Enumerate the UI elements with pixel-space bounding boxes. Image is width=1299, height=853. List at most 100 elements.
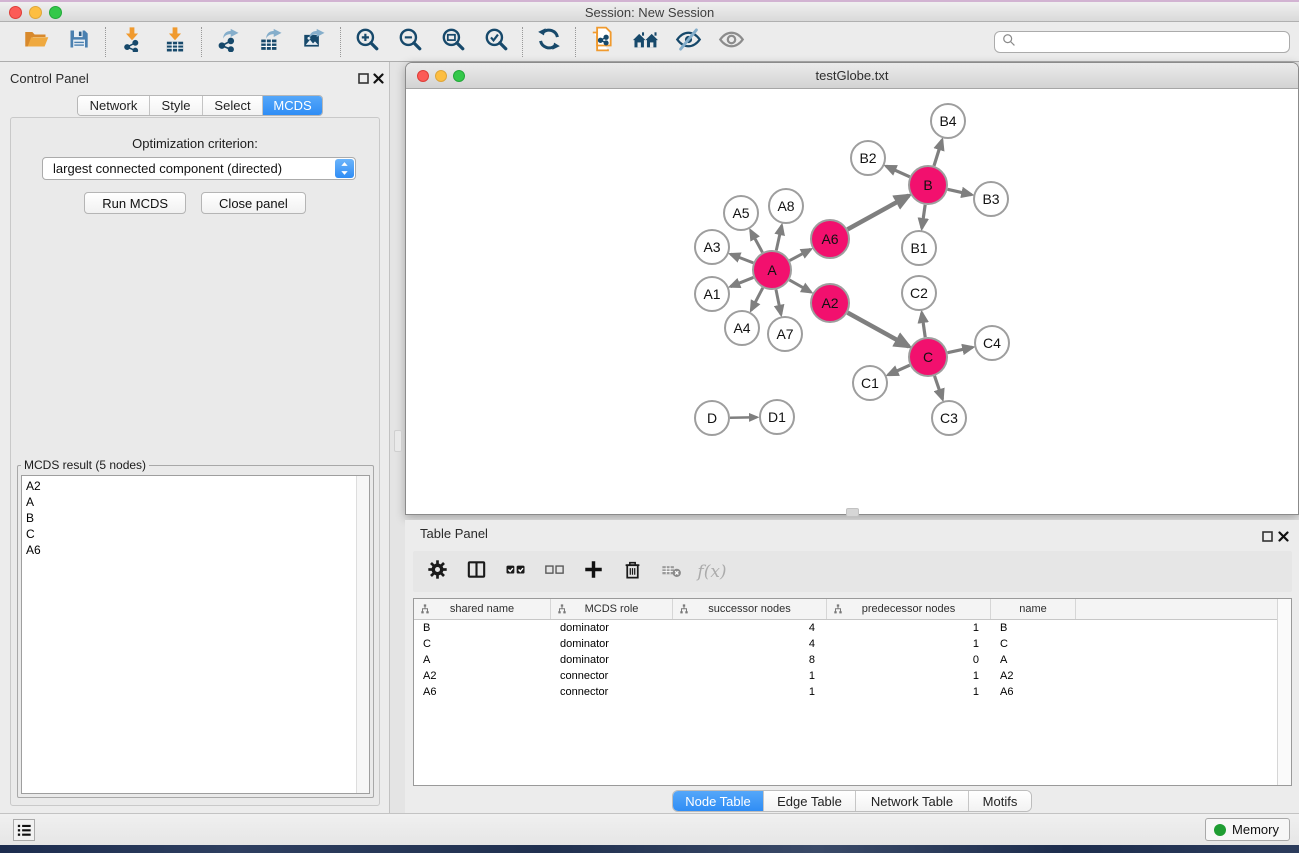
node-A5[interactable]: A5 [724,196,758,230]
cell-predecessor-nodes[interactable]: 1 [827,636,991,652]
cell-mcds-role[interactable]: dominator [551,652,673,668]
cell-shared-name[interactable]: B [414,620,551,636]
node-A7[interactable]: A7 [768,317,802,351]
import-table-button[interactable] [160,27,190,57]
search-input[interactable] [1020,33,1289,51]
control-panel-close-button[interactable] [372,72,384,84]
cell-name[interactable]: A [991,652,1076,668]
tab-network[interactable]: Network [78,96,150,115]
cell-predecessor-nodes[interactable]: 1 [827,668,991,684]
tab-style[interactable]: Style [150,96,203,115]
cell-successor-nodes[interactable]: 8 [673,652,827,668]
node-C1[interactable]: C1 [853,366,887,400]
add-row-button[interactable] [581,560,605,584]
first-neighbors-button[interactable] [630,27,660,57]
cell-shared-name[interactable]: A6 [414,684,551,700]
cell-name[interactable]: A2 [991,668,1076,684]
cell-predecessor-nodes[interactable]: 0 [827,652,991,668]
panel-divider-grip[interactable] [394,430,402,452]
edge-C-C1[interactable] [888,365,909,375]
mcds-result-item[interactable]: A [26,494,353,510]
tab-motifs[interactable]: Motifs [969,791,1031,811]
tab-node-table[interactable]: Node Table [673,791,764,811]
edge-A-A2[interactable] [789,280,810,292]
search-box[interactable] [994,31,1290,53]
node-B2[interactable]: B2 [851,141,885,175]
cell-predecessor-nodes[interactable]: 1 [827,620,991,636]
column-header-predecessor-nodes[interactable]: predecessor nodes [827,599,991,619]
mcds-result-list[interactable]: A2ABCA6 [21,475,370,794]
import-network-button[interactable] [117,27,147,57]
node-A2[interactable]: A2 [811,284,849,322]
edge-B-B3[interactable] [948,189,972,194]
cell-successor-nodes[interactable]: 4 [673,636,827,652]
edge-C-C3[interactable] [935,376,943,399]
edge-A-A4[interactable] [751,288,763,310]
cell-shared-name[interactable]: A2 [414,668,551,684]
node-D1[interactable]: D1 [760,400,794,434]
memory-button[interactable]: Memory [1205,818,1290,841]
edge-B-B1[interactable] [922,205,925,228]
node-B1[interactable]: B1 [902,231,936,265]
edge-A-A8[interactable] [776,226,781,251]
tab-edge-table[interactable]: Edge Table [764,791,856,811]
cell-mcds-role[interactable]: connector [551,684,673,700]
new-network-from-selection-button[interactable] [587,27,617,57]
node-B3[interactable]: B3 [974,182,1008,216]
cell-successor-nodes[interactable]: 1 [673,668,827,684]
mcds-result-item[interactable]: C [26,526,353,542]
control-panel-float-button[interactable] [357,72,369,84]
select-all-button[interactable] [503,560,527,584]
cell-mcds-role[interactable]: connector [551,668,673,684]
edge-A2-C[interactable] [848,313,909,347]
zoom-selected-button[interactable] [481,27,511,57]
mcds-result-item[interactable]: B [26,510,353,526]
cell-shared-name[interactable]: A [414,652,551,668]
edge-B-B4[interactable] [934,140,942,166]
table-row[interactable]: Bdominator41B [414,620,1277,636]
refresh-layout-button[interactable] [534,27,564,57]
table-divider-grip[interactable] [846,508,859,517]
edge-C-C4[interactable] [948,347,973,352]
deselect-all-button[interactable] [542,560,566,584]
node-A[interactable]: A [753,251,791,289]
cell-shared-name[interactable]: C [414,636,551,652]
cell-successor-nodes[interactable]: 4 [673,620,827,636]
mcds-result-item[interactable]: A6 [26,542,353,558]
cell-successor-nodes[interactable]: 1 [673,684,827,700]
edge-C-C2[interactable] [922,313,925,337]
node-C[interactable]: C [909,338,947,376]
table-row[interactable]: Cdominator41C [414,636,1277,652]
save-session-button[interactable] [64,27,94,57]
node-A6[interactable]: A6 [811,220,849,258]
table-scrollbar[interactable] [1277,599,1291,785]
hide-selected-button[interactable] [673,27,703,57]
table-panel-close-button[interactable] [1277,530,1289,542]
run-mcds-button[interactable]: Run MCDS [84,192,186,214]
column-header-successor-nodes[interactable]: successor nodes [673,599,827,619]
show-all-button[interactable] [716,27,746,57]
node-D[interactable]: D [695,401,729,435]
zoom-in-button[interactable] [352,27,382,57]
task-history-button[interactable] [13,819,35,841]
edge-A-A1[interactable] [731,277,754,286]
export-network-button[interactable] [213,27,243,57]
export-table-button[interactable] [256,27,286,57]
node-A8[interactable]: A8 [769,189,803,223]
column-header-mcds-role[interactable]: MCDS role [551,599,673,619]
cell-predecessor-nodes[interactable]: 1 [827,684,991,700]
edge-A-A3[interactable] [731,254,754,263]
cell-name[interactable]: A6 [991,684,1076,700]
mcds-result-item[interactable]: A2 [26,478,353,494]
node-A3[interactable]: A3 [695,230,729,264]
table-row[interactable]: A2connector11A2 [414,668,1277,684]
edge-A-A7[interactable] [776,290,781,315]
table-row[interactable]: A6connector11A6 [414,684,1277,700]
cell-name[interactable]: B [991,620,1076,636]
settings-button[interactable] [425,560,449,584]
zoom-out-button[interactable] [395,27,425,57]
cell-mcds-role[interactable]: dominator [551,620,673,636]
edge-A-A6[interactable] [790,249,811,260]
node-C2[interactable]: C2 [902,276,936,310]
close-panel-button[interactable]: Close panel [201,192,306,214]
